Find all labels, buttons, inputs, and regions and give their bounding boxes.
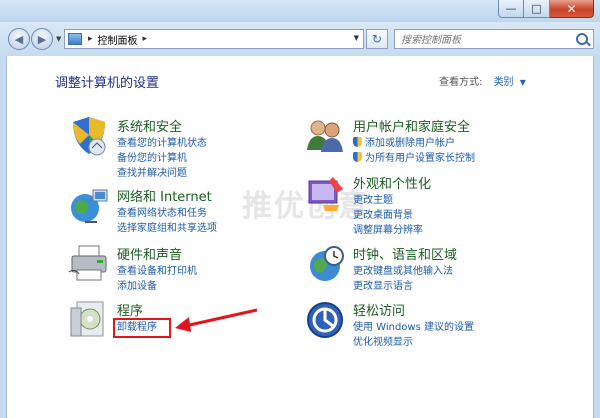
search-box[interactable] <box>394 29 594 49</box>
recent-pages-dropdown-icon[interactable]: ▼ <box>56 35 61 43</box>
breadcrumb-separator-icon[interactable]: ▸ <box>88 34 93 44</box>
link-troubleshoot[interactable]: 查找并解决问题 <box>117 166 207 181</box>
category-title[interactable]: 外观和个性化 <box>353 173 431 192</box>
refresh-icon: ↻ <box>371 32 383 46</box>
globe-network-icon[interactable] <box>67 184 111 228</box>
link-optimize-display[interactable]: 优化视频显示 <box>353 335 474 350</box>
link-recommended-settings[interactable]: 使用 Windows 建议的设置 <box>353 320 474 335</box>
category-title[interactable]: 硬件和声音 <box>117 244 182 263</box>
link-change-display-language[interactable]: 更改显示语言 <box>353 279 453 294</box>
close-button[interactable]: ✕ <box>550 0 594 18</box>
category-network-internet: 网络和 Internet 查看网络状态和任务 选择家庭组和共享选项 <box>67 184 287 234</box>
title-bar[interactable]: — □ ✕ <box>0 0 600 22</box>
annotation-arrow-icon <box>175 308 258 332</box>
view-by-dropdown-icon[interactable]: ▼ <box>520 78 526 87</box>
category-ease-of-access: 轻松访问 使用 Windows 建议的设置 优化视频显示 <box>303 298 533 348</box>
category-hardware-sound: 硬件和声音 查看设备和打印机 添加设备 <box>67 242 287 292</box>
link-change-theme[interactable]: 更改主题 <box>353 193 423 208</box>
back-button[interactable]: ◀ <box>8 28 30 50</box>
breadcrumb-control-panel[interactable]: 控制面板 <box>98 32 138 47</box>
search-input[interactable] <box>399 31 573 49</box>
view-by-label: 查看方式: <box>439 77 483 88</box>
category-clock-language: 时钟、语言和区域 更改键盘或其他输入法 更改显示语言 <box>303 242 533 292</box>
page-title: 调整计算机的设置 <box>55 76 160 91</box>
category-system-security: 系统和安全 查看您的计算机状态 备份您的计算机 查找并解决问题 <box>67 114 287 179</box>
link-backup-computer[interactable]: 备份您的计算机 <box>117 151 207 166</box>
programs-icon[interactable] <box>67 298 111 342</box>
category-links: 使用 Windows 建议的设置 优化视频显示 <box>353 320 474 350</box>
category-title[interactable]: 系统和安全 <box>117 116 182 135</box>
annotation-highlight-box <box>113 318 171 338</box>
link-view-computer-status[interactable]: 查看您的计算机状态 <box>117 136 207 151</box>
maximize-button[interactable]: □ <box>524 0 550 18</box>
link-add-remove-accounts[interactable]: 添加或删除用户帐户 <box>353 136 475 151</box>
link-add-device[interactable]: 添加设备 <box>117 279 197 294</box>
category-links: 添加或删除用户帐户 为所有用户设置家长控制 <box>353 136 475 166</box>
search-icon[interactable] <box>576 33 588 45</box>
category-title[interactable]: 程序 <box>117 300 143 319</box>
printer-icon[interactable] <box>67 242 111 286</box>
link-network-status[interactable]: 查看网络状态和任务 <box>117 206 217 221</box>
minimize-button[interactable]: — <box>498 0 524 18</box>
forward-button[interactable]: ▶ <box>31 28 53 50</box>
main-content: 调整计算机的设置 查看方式: 类别 ▼ 推优创意 系统和安全 查看您的计算机状态… <box>6 56 594 418</box>
breadcrumb-separator-icon[interactable]: ▸ <box>143 34 148 44</box>
view-by-selector[interactable]: 类别 <box>494 77 514 88</box>
category-user-accounts: 用户帐户和家庭安全 添加或删除用户帐户 为所有用户设置家长控制 <box>303 114 533 164</box>
link-devices-printers[interactable]: 查看设备和打印机 <box>117 264 197 279</box>
address-bar[interactable]: ▸ 控制面板 ▸ ▼ <box>64 29 364 49</box>
link-screen-resolution[interactable]: 调整屏幕分辨率 <box>353 223 423 238</box>
arrow-right-icon: ▶ <box>37 32 47 46</box>
category-title[interactable]: 用户帐户和家庭安全 <box>353 116 470 135</box>
category-links: 查看您的计算机状态 备份您的计算机 查找并解决问题 <box>117 136 207 181</box>
window-controls: — □ ✕ <box>498 0 594 18</box>
link-parental-controls[interactable]: 为所有用户设置家长控制 <box>353 151 475 166</box>
ease-of-access-icon[interactable] <box>303 298 347 342</box>
control-panel-window: — □ ✕ ◀ ▶ ▼ ▸ 控制面板 ▸ ▼ ↻ 调整计算机的设置 查看方式: … <box>0 0 600 418</box>
category-appearance: 外观和个性化 更改主题 更改桌面背景 调整屏幕分辨率 <box>303 171 533 236</box>
category-title[interactable]: 时钟、语言和区域 <box>353 244 457 263</box>
shield-icon[interactable] <box>67 114 111 158</box>
arrow-left-icon: ◀ <box>14 32 24 46</box>
category-links: 查看设备和打印机 添加设备 <box>117 264 197 294</box>
category-title[interactable]: 网络和 Internet <box>117 186 212 205</box>
control-panel-icon <box>68 33 82 45</box>
link-desktop-background[interactable]: 更改桌面背景 <box>353 208 423 223</box>
category-links: 查看网络状态和任务 选择家庭组和共享选项 <box>117 206 217 236</box>
address-dropdown-icon[interactable]: ▼ <box>354 34 359 42</box>
refresh-button[interactable]: ↻ <box>366 29 388 49</box>
category-links: 更改主题 更改桌面背景 调整屏幕分辨率 <box>353 193 423 238</box>
clock-globe-icon[interactable] <box>303 242 347 286</box>
category-links: 更改键盘或其他输入法 更改显示语言 <box>353 264 453 294</box>
navigation-toolbar: ◀ ▶ ▼ ▸ 控制面板 ▸ ▼ ↻ <box>0 22 600 56</box>
link-homegroup-sharing[interactable]: 选择家庭组和共享选项 <box>117 221 217 236</box>
link-change-input-method[interactable]: 更改键盘或其他输入法 <box>353 264 453 279</box>
view-by: 查看方式: 类别 ▼ <box>439 73 526 88</box>
users-icon[interactable] <box>303 114 347 158</box>
paint-icon[interactable] <box>303 171 347 215</box>
category-title[interactable]: 轻松访问 <box>353 300 405 319</box>
